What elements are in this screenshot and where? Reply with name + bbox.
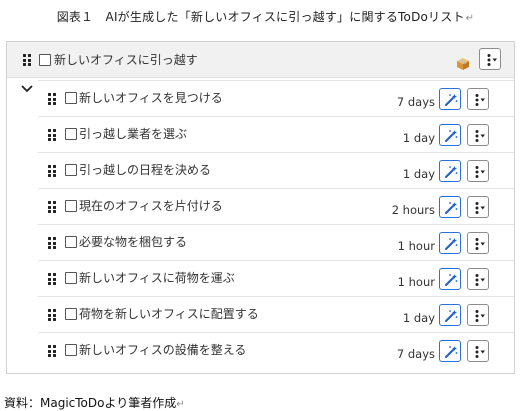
magic-wand-icon	[445, 274, 458, 286]
subtask-duration: 1 day	[402, 311, 435, 325]
subtask-menu-button[interactable]	[467, 304, 489, 326]
magic-breakdown-button[interactable]	[439, 232, 461, 254]
magic-wand-icon	[445, 238, 458, 250]
subtask-menu-button[interactable]	[467, 232, 489, 254]
subtask-checkbox[interactable]	[65, 92, 77, 104]
drag-handle-icon[interactable]	[23, 54, 31, 66]
magic-wand-icon	[445, 202, 458, 214]
subtask-checkbox[interactable]	[65, 344, 77, 356]
parent-task-menu-button[interactable]	[479, 48, 501, 70]
subtask-menu-button[interactable]	[467, 124, 489, 146]
subtask-checkbox[interactable]	[65, 128, 77, 140]
magic-breakdown-button[interactable]	[439, 160, 461, 182]
drag-handle-icon[interactable]	[48, 273, 56, 285]
magic-breakdown-button[interactable]	[439, 124, 461, 146]
magic-breakdown-button[interactable]	[439, 196, 461, 218]
subtask-duration: 1 hour	[397, 275, 435, 289]
subtask-row[interactable]: 新しいオフィスを見つける 7 days	[38, 80, 514, 116]
more-vertical-icon	[487, 54, 497, 66]
subtask-checkbox[interactable]	[65, 308, 77, 320]
subtask-label: 荷物を新しいオフィスに配置する	[79, 307, 259, 321]
source-note: 資料：MagicToDoより筆者作成↵	[4, 394, 185, 411]
subtask-duration: 1 day	[402, 167, 435, 181]
subtask-checkbox[interactable]	[65, 200, 77, 212]
subtask-duration: 1 hour	[397, 239, 435, 253]
magic-wand-icon	[445, 94, 458, 106]
subtask-menu-button[interactable]	[467, 160, 489, 182]
source-text: 資料：MagicToDoより筆者作成	[4, 396, 177, 410]
drag-handle-icon[interactable]	[48, 237, 56, 249]
subtask-menu-button[interactable]	[467, 268, 489, 290]
more-vertical-icon	[475, 166, 485, 178]
more-vertical-icon	[475, 130, 485, 142]
magic-breakdown-button[interactable]	[439, 340, 461, 362]
magic-breakdown-button[interactable]	[439, 304, 461, 326]
drag-handle-icon[interactable]	[48, 345, 56, 357]
return-mark: ↵	[465, 13, 475, 24]
subtask-label: 引っ越しの日程を決める	[79, 163, 212, 177]
drag-handle-icon[interactable]	[48, 93, 56, 105]
more-vertical-icon	[475, 238, 485, 250]
subtask-checkbox[interactable]	[65, 272, 77, 284]
parent-task-label: 新しいオフィスに引っ越す	[54, 53, 198, 67]
drag-handle-icon[interactable]	[48, 165, 56, 177]
drag-handle-icon[interactable]	[48, 201, 56, 213]
subtask-menu-button[interactable]	[467, 196, 489, 218]
subtask-checkbox[interactable]	[65, 164, 77, 176]
subtask-label: 新しいオフィスに荷物を運ぶ	[79, 271, 235, 285]
subtask-duration: 1 day	[402, 131, 435, 145]
chevron-down-icon[interactable]	[20, 84, 34, 94]
subtask-row[interactable]: 引っ越し業者を選ぶ 1 day	[38, 116, 514, 152]
subtask-label: 新しいオフィスを見つける	[79, 91, 223, 105]
more-vertical-icon	[475, 94, 485, 106]
subtask-row[interactable]: 引っ越しの日程を決める 1 day	[38, 152, 514, 188]
parent-task-row[interactable]: 新しいオフィスに引っ越す	[7, 42, 514, 78]
subtask-menu-button[interactable]	[467, 340, 489, 362]
more-vertical-icon	[475, 310, 485, 322]
subtask-label: 新しいオフィスの設備を整える	[79, 343, 247, 357]
package-box-icon	[457, 58, 469, 70]
magic-wand-icon	[445, 346, 458, 358]
subtask-duration: 7 days	[396, 95, 435, 109]
subtask-label: 引っ越し業者を選ぶ	[79, 127, 188, 141]
subtask-duration: 2 hours	[391, 203, 435, 217]
magic-breakdown-button[interactable]	[439, 88, 461, 110]
subtask-menu-button[interactable]	[467, 88, 489, 110]
subtask-label: 必要な物を梱包する	[79, 235, 188, 249]
subtask-row[interactable]: 必要な物を梱包する 1 hour	[38, 224, 514, 260]
subtask-row[interactable]: 現在のオフィスを片付ける 2 hours	[38, 188, 514, 224]
subtask-duration: 7 days	[396, 347, 435, 361]
magic-wand-icon	[445, 166, 458, 178]
more-vertical-icon	[475, 346, 485, 358]
subtask-row[interactable]: 荷物を新しいオフィスに配置する 1 day	[38, 296, 514, 332]
figure-caption: 図表１ AIが生成した「新しいオフィスに引っ越す」に関するToDoリスト↵	[0, 8, 531, 25]
drag-handle-icon[interactable]	[48, 129, 56, 141]
more-vertical-icon	[475, 274, 485, 286]
return-mark: ↵	[176, 399, 185, 410]
caption-title: 図表１ AIが生成した「新しいオフィスに引っ越す」に関するToDoリスト	[56, 10, 465, 24]
magic-breakdown-button[interactable]	[439, 268, 461, 290]
subtask-row[interactable]: 新しいオフィスに荷物を運ぶ 1 hour	[38, 260, 514, 296]
subtask-label: 現在のオフィスを片付ける	[79, 199, 223, 213]
parent-task-checkbox[interactable]	[39, 54, 51, 66]
subtask-checkbox[interactable]	[65, 236, 77, 248]
subtask-row[interactable]: 新しいオフィスの設備を整える 7 days	[38, 332, 514, 368]
more-vertical-icon	[475, 202, 485, 214]
magic-wand-icon	[445, 130, 458, 142]
magic-wand-icon	[445, 310, 458, 322]
drag-handle-icon[interactable]	[48, 309, 56, 321]
